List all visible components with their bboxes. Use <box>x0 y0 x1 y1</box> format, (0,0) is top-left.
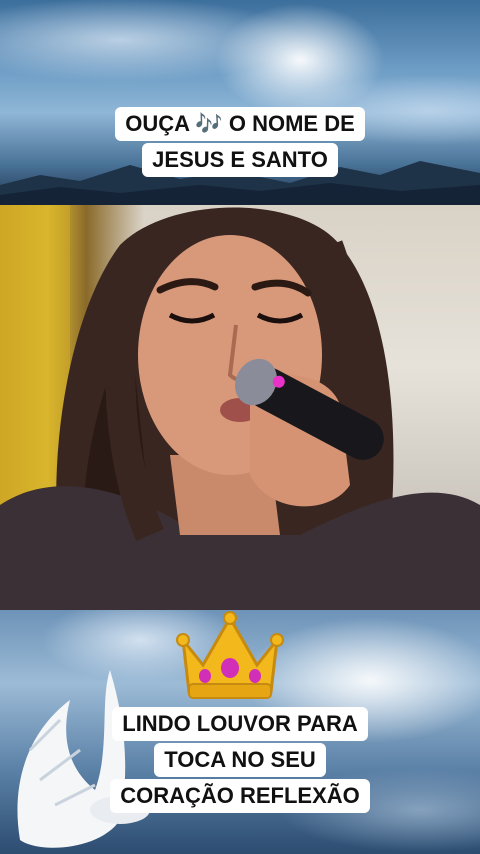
top-caption-line1-post: O NOME DE <box>228 111 355 136</box>
bottom-caption-line2: TOCA NO SEU <box>154 743 326 777</box>
video-frame[interactable] <box>0 205 480 610</box>
top-caption-line1: OUÇA 🎶 O NOME DE <box>115 107 365 141</box>
top-caption-line2: JESUS E SANTO <box>142 143 338 177</box>
top-caption-line1-pre: OUÇA <box>125 111 190 136</box>
top-caption: OUÇA 🎶 O NOME DE JESUS E SANTO <box>0 106 480 178</box>
bottom-caption-line3: CORAÇÃO REFLEXÃO <box>110 779 370 813</box>
singer-illustration <box>0 205 480 610</box>
bottom-caption: LINDO LOUVOR PARA TOCA NO SEU CORAÇÃO RE… <box>0 706 480 814</box>
crown-icon <box>176 611 284 699</box>
bottom-caption-line1: LINDO LOUVOR PARA <box>112 707 368 741</box>
reel-frame: OUÇA 🎶 O NOME DE JESUS E SANTO LINDO LOU… <box>0 0 480 854</box>
music-notes-icon: 🎶 <box>195 111 223 136</box>
